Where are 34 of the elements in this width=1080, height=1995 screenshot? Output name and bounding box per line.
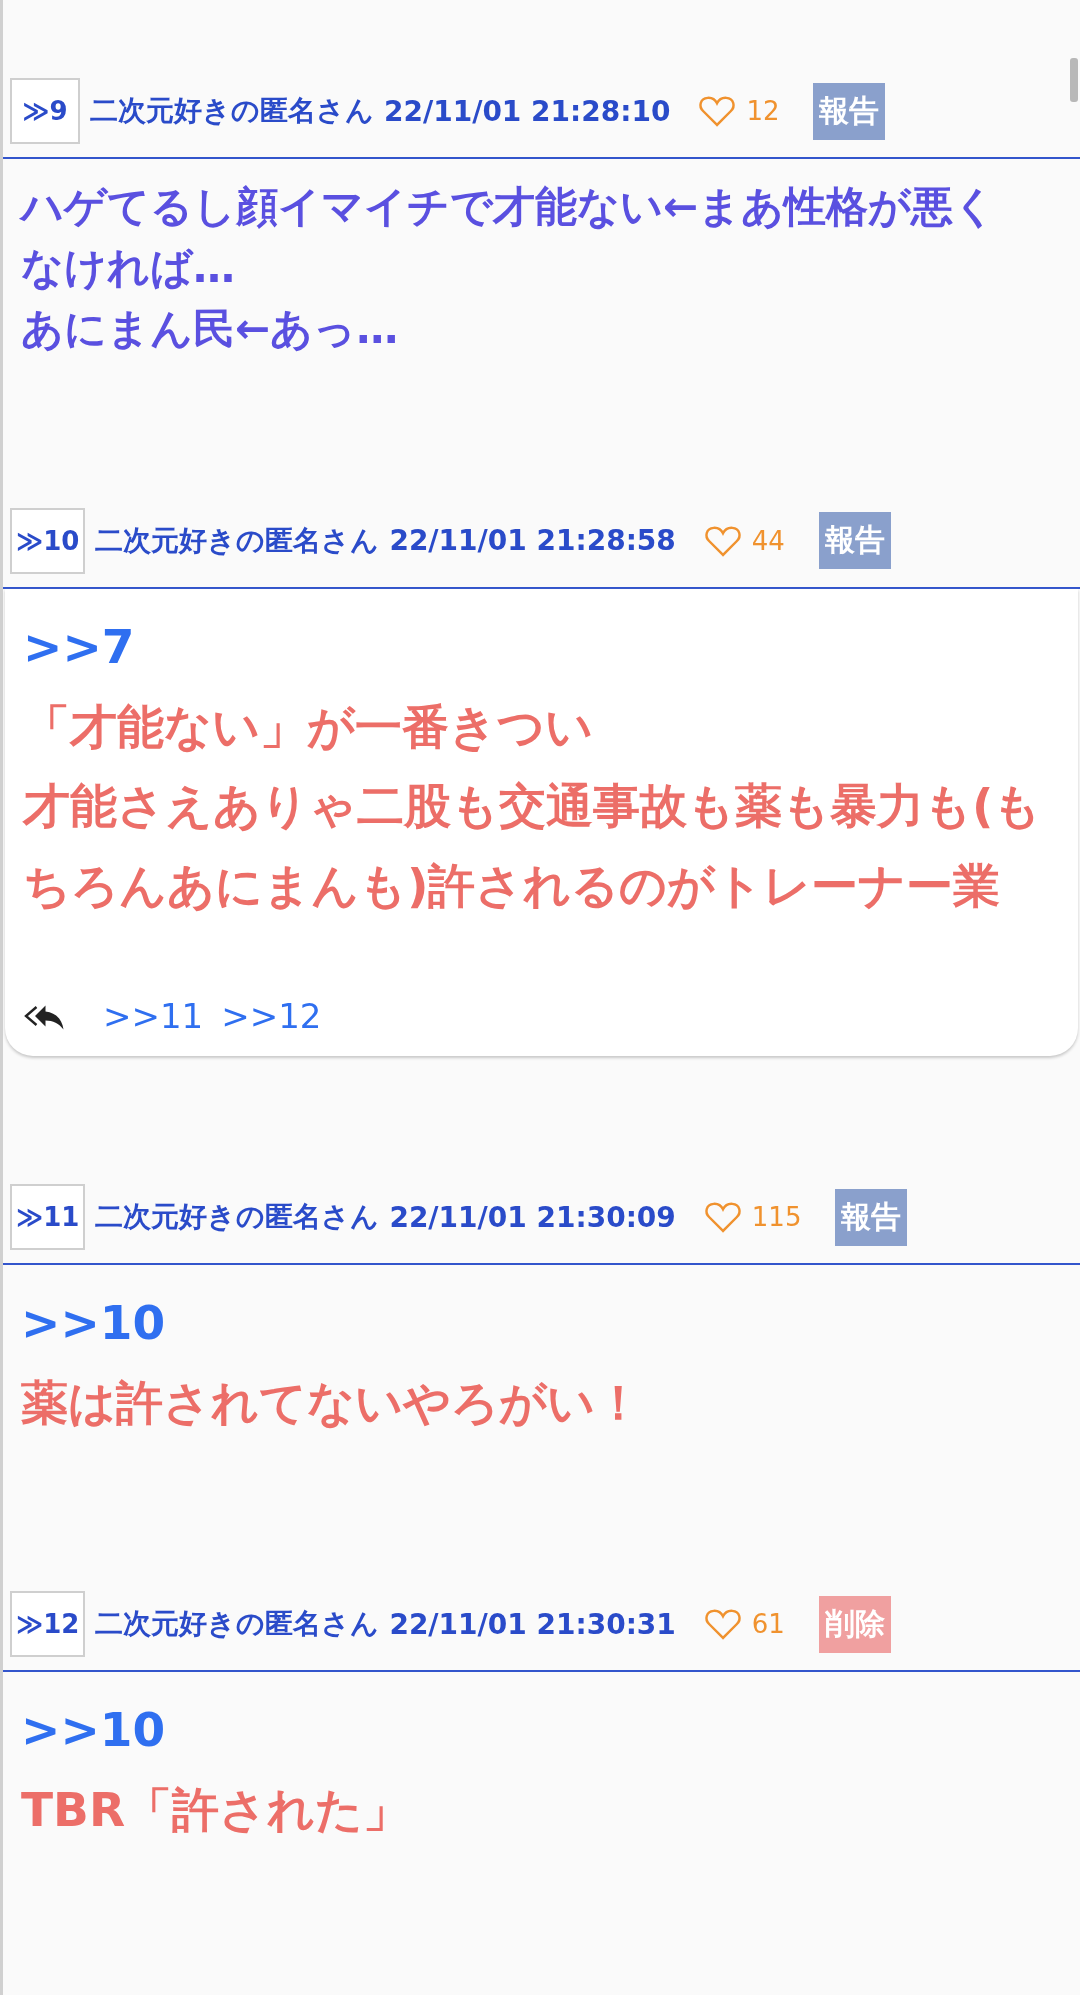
author-name: 二次元好きの匿名さん bbox=[90, 93, 374, 129]
author-name: 二次元好きの匿名さん bbox=[95, 1199, 380, 1236]
reply-link[interactable]: >>11 bbox=[103, 996, 204, 1037]
reply-link[interactable]: >>12 bbox=[221, 996, 322, 1037]
post-date: 22/11/01 21:28:10 bbox=[384, 94, 671, 128]
author-name: 二次元好きの匿名さん bbox=[95, 522, 380, 559]
reply-anchor-link[interactable]: >>7 bbox=[23, 606, 1060, 687]
post-number-link[interactable]: ≫11 bbox=[10, 1184, 86, 1251]
report-button[interactable]: 報告 bbox=[835, 1188, 908, 1246]
heart-icon[interactable] bbox=[698, 94, 737, 128]
reply-anchor-link[interactable]: >>10 bbox=[21, 1690, 1062, 1770]
scrollbar[interactable] bbox=[1070, 58, 1078, 102]
post-text: 才能さえありゃ二股も交通事故も薬も暴力も(もちろんあにまんも)許されるのがトレーナー業 bbox=[23, 777, 1043, 916]
author-name: 二次元好きの匿名さん bbox=[95, 1606, 380, 1642]
post-text: TBR「許された」 bbox=[21, 1780, 412, 1839]
heart-icon[interactable] bbox=[703, 1200, 742, 1235]
like-count: 12 bbox=[746, 96, 780, 126]
post-text: ハゲてるし顔イマイチで才能ない←まあ性格が悪くなければ… bbox=[21, 181, 998, 294]
post-number-link[interactable]: ≫12 bbox=[10, 1591, 86, 1657]
post-date: 22/11/01 21:28:58 bbox=[389, 524, 676, 558]
heart-icon[interactable] bbox=[703, 1607, 742, 1641]
post-number-link[interactable]: ≫9 bbox=[10, 78, 80, 144]
reply-anchor-link[interactable]: >>10 bbox=[21, 1283, 1062, 1364]
report-button[interactable]: 報告 bbox=[818, 512, 891, 570]
like-count: 61 bbox=[751, 1609, 785, 1639]
report-button[interactable]: 報告 bbox=[813, 82, 886, 140]
post-text: 「才能ない」が一番きつい bbox=[23, 697, 594, 756]
post-text: 薬は許されてないやろがい！ bbox=[21, 1374, 643, 1433]
post-date: 22/11/01 21:30:09 bbox=[389, 1200, 676, 1234]
like-count: 115 bbox=[751, 1202, 802, 1233]
like-count: 44 bbox=[751, 525, 785, 556]
post-number-link[interactable]: ≫10 bbox=[10, 507, 86, 574]
post-text: あにまん民←あっ… bbox=[21, 302, 400, 355]
post-date: 22/11/01 21:30:31 bbox=[389, 1607, 676, 1641]
